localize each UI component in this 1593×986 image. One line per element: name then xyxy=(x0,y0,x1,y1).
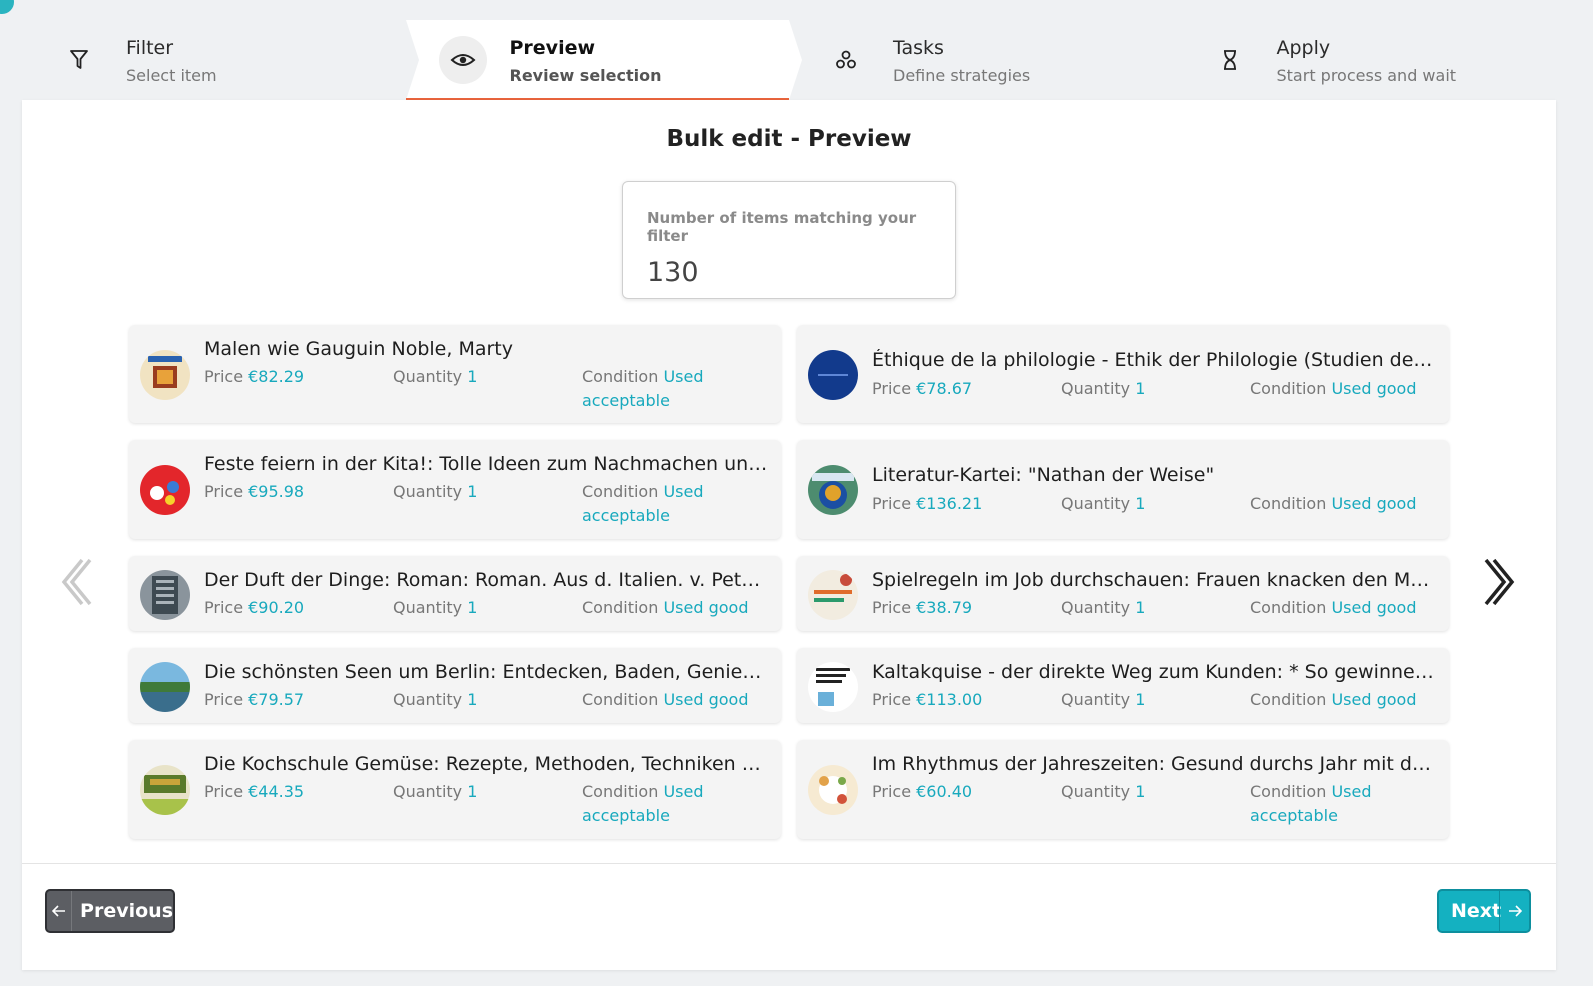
item-title: Die schönsten Seen um Berlin: Entdecken,… xyxy=(204,661,769,683)
arrow-left-icon xyxy=(47,891,73,931)
item-thumbnail xyxy=(140,465,190,515)
main-panel: Bulk edit - Preview Number of items matc… xyxy=(22,100,1556,970)
item-card[interactable]: Im Rhythmus der Jahreszeiten: Gesund dur… xyxy=(797,740,1449,839)
item-price: Price €90.20 xyxy=(204,598,305,617)
item-card[interactable]: Spielregeln im Job durchschauen: Frauen … xyxy=(797,556,1449,631)
item-condition: Condition Used good xyxy=(1250,379,1417,398)
item-price: Price €79.57 xyxy=(204,690,305,709)
item-quantity: Quantity 1 xyxy=(393,367,478,386)
item-condition: Condition Used acceptable xyxy=(582,367,704,410)
item-price: Price €44.35 xyxy=(204,782,305,801)
step-title: Preview xyxy=(509,36,596,59)
footer-divider xyxy=(22,863,1556,864)
step-title: Apply xyxy=(1276,36,1331,59)
item-price: Price €38.79 xyxy=(872,598,973,617)
step-preview[interactable]: Preview Review selection xyxy=(405,20,802,100)
previous-button[interactable]: Previous xyxy=(45,889,175,933)
item-card[interactable]: Kaltakquise - der direkte Weg zum Kunden… xyxy=(797,648,1449,723)
item-condition: Condition Used good xyxy=(582,690,749,709)
step-apply[interactable]: Apply Start process and wait xyxy=(1173,20,1557,100)
item-thumbnail xyxy=(808,350,858,400)
step-subtitle: Review selection xyxy=(509,65,662,85)
item-thumbnail xyxy=(808,465,858,515)
step-tasks[interactable]: Tasks Define strategies xyxy=(789,20,1173,100)
step-subtitle: Define strategies xyxy=(893,65,1031,85)
item-price: Price €60.40 xyxy=(872,782,973,801)
match-count-value: 130 xyxy=(647,257,699,288)
step-subtitle: Start process and wait xyxy=(1276,65,1457,85)
item-title: Malen wie Gauguin Noble, Marty xyxy=(204,338,513,360)
item-title: Spielregeln im Job durchschauen: Frauen … xyxy=(872,569,1437,591)
item-price: Price €113.00 xyxy=(872,690,983,709)
carousel-prev-icon[interactable] xyxy=(52,552,96,612)
next-label: Next xyxy=(1451,900,1502,922)
item-quantity: Quantity 1 xyxy=(1061,782,1146,801)
item-condition: Condition Used good xyxy=(1250,690,1417,709)
match-count-label: Number of items matching your filter xyxy=(647,209,917,245)
corner-accent xyxy=(0,0,14,14)
match-count-box: Number of items matching your filter 130 xyxy=(622,181,956,299)
previous-label: Previous xyxy=(80,900,173,922)
item-quantity: Quantity 1 xyxy=(1061,598,1146,617)
hourglass-icon xyxy=(1206,36,1254,84)
item-title: Der Duft der Dinge: Roman: Roman. Aus d.… xyxy=(204,569,769,591)
step-subtitle: Select item xyxy=(126,65,217,85)
item-condition: Condition Used good xyxy=(1250,598,1417,617)
item-title: Éthique de la philologie - Ethik der Phi… xyxy=(872,349,1437,371)
arrow-right-icon xyxy=(1499,891,1529,931)
item-thumbnail xyxy=(140,765,190,815)
item-price: Price €136.21 xyxy=(872,494,983,513)
item-card[interactable]: Éthique de la philologie - Ethik der Phi… xyxy=(797,325,1449,423)
step-title: Filter xyxy=(126,36,174,59)
item-thumbnail xyxy=(808,765,858,815)
item-condition: Condition Used acceptable xyxy=(582,782,704,825)
item-quantity: Quantity 1 xyxy=(393,598,478,617)
tasks-icon xyxy=(822,36,870,84)
item-title: Kaltakquise - der direkte Weg zum Kunden… xyxy=(872,661,1437,683)
item-quantity: Quantity 1 xyxy=(393,690,478,709)
eye-icon xyxy=(438,36,487,84)
step-title: Tasks xyxy=(893,36,944,59)
step-filter[interactable]: Filter Select item xyxy=(22,20,406,100)
item-price: Price €95.98 xyxy=(204,482,305,501)
item-thumbnail xyxy=(140,662,190,712)
item-condition: Condition Used acceptable xyxy=(582,482,704,525)
item-quantity: Quantity 1 xyxy=(1061,379,1146,398)
item-quantity: Quantity 1 xyxy=(1061,494,1146,513)
item-thumbnail xyxy=(808,570,858,620)
item-title: Im Rhythmus der Jahreszeiten: Gesund dur… xyxy=(872,753,1437,775)
page-title: Bulk edit - Preview xyxy=(666,126,912,152)
item-quantity: Quantity 1 xyxy=(393,482,478,501)
next-button[interactable]: Next xyxy=(1437,889,1531,933)
item-card[interactable]: Malen wie Gauguin Noble, Marty Price €82… xyxy=(129,325,781,423)
item-price: Price €78.67 xyxy=(872,379,973,398)
item-thumbnail xyxy=(140,350,190,400)
item-condition: Condition Used acceptable xyxy=(1250,782,1372,825)
item-card[interactable]: Der Duft der Dinge: Roman: Roman. Aus d.… xyxy=(129,556,781,631)
item-thumbnail xyxy=(808,662,858,712)
carousel-next-icon[interactable] xyxy=(1480,552,1524,612)
item-condition: Condition Used good xyxy=(582,598,749,617)
item-title: Literatur-Kartei: "Nathan der Weise" xyxy=(872,464,1215,486)
stepper: Filter Select item Preview Review select… xyxy=(22,20,1556,100)
item-condition: Condition Used good xyxy=(1250,494,1417,513)
item-card[interactable]: Die Kochschule Gemüse: Rezepte, Methoden… xyxy=(129,740,781,839)
item-title: Die Kochschule Gemüse: Rezepte, Methoden… xyxy=(204,753,769,775)
item-card[interactable]: Feste feiern in der Kita!: Tolle Ideen z… xyxy=(129,440,781,539)
item-title: Feste feiern in der Kita!: Tolle Ideen z… xyxy=(204,453,769,475)
item-card[interactable]: Literatur-Kartei: "Nathan der Weise" Pri… xyxy=(797,440,1449,539)
item-price: Price €82.29 xyxy=(204,367,305,386)
item-thumbnail xyxy=(140,570,190,620)
item-quantity: Quantity 1 xyxy=(1061,690,1146,709)
item-card[interactable]: Die schönsten Seen um Berlin: Entdecken,… xyxy=(129,648,781,723)
item-quantity: Quantity 1 xyxy=(393,782,478,801)
filter-icon xyxy=(55,36,103,84)
